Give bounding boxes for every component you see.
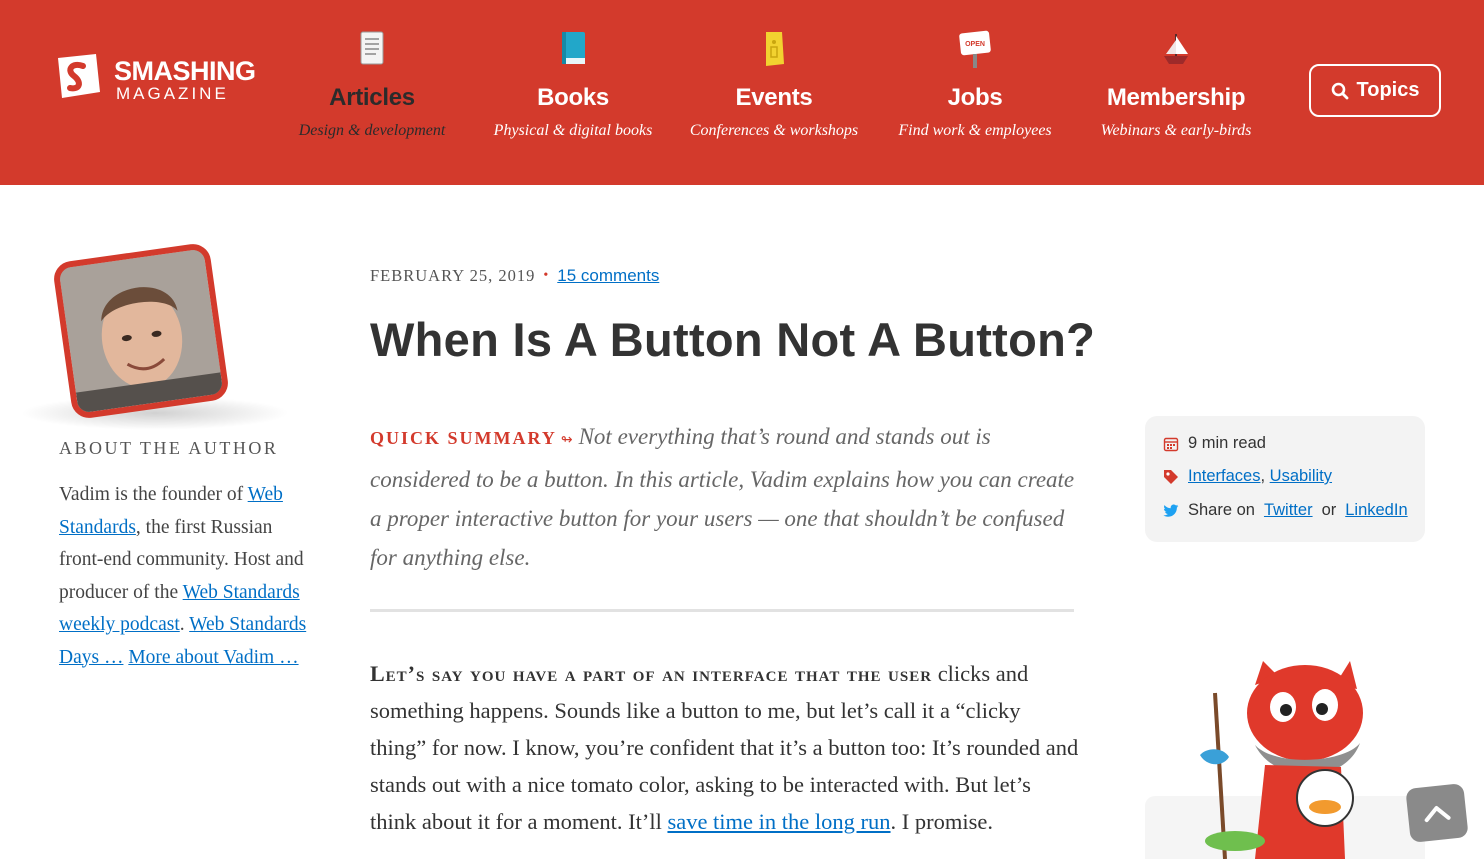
chevron-up-icon — [1424, 806, 1451, 823]
nav-jobs-title: Jobs — [947, 84, 1003, 111]
open-sign-icon: OPEN — [959, 30, 991, 68]
article-body: Let’s say you have a part of an interfac… — [370, 655, 1080, 840]
article-date: FEBRUARY 25, 2019 — [370, 266, 536, 285]
nav-books[interactable]: Books Physical & digital books — [473, 28, 673, 140]
article-title: When Is A Button Not A Button? — [370, 313, 1096, 366]
article-info-box: 9 min read Interfaces, Usability Share o… — [1145, 416, 1425, 542]
nav-articles-subtitle: Design & development — [298, 122, 446, 139]
ship-icon — [1164, 34, 1188, 64]
article-body-tail: . I promise. — [890, 809, 994, 834]
twitter-icon — [1163, 504, 1179, 517]
nav-articles-title: Articles — [329, 84, 415, 111]
site-header: SMASHING MAGAZINE Articles Design & deve… — [0, 0, 1484, 185]
share-label: Share on — [1188, 501, 1255, 519]
nav-books-title: Books — [537, 84, 609, 111]
author-avatar[interactable] — [51, 241, 231, 421]
nav-events-subtitle: Conferences & workshops — [689, 122, 859, 139]
nav-membership-title: Membership — [1106, 84, 1246, 111]
nav-books-subtitle: Physical & digital books — [493, 122, 653, 139]
nav-membership-subtitle: Webinars & early-birds — [1100, 122, 1252, 139]
author-bio-text: . — [179, 614, 190, 635]
tag-link[interactable]: Usability — [1270, 467, 1332, 486]
topics-button[interactable]: Topics — [1309, 64, 1441, 117]
read-time: 9 min read — [1188, 434, 1266, 452]
nav-events-title: Events — [735, 84, 813, 111]
tags-row: Interfaces, Usability — [1163, 467, 1332, 486]
summary-divider — [370, 609, 1074, 612]
summary-arrow-icon: ↬ — [560, 433, 573, 448]
author-face-illustration — [58, 248, 224, 414]
logo-subtitle: MAGAZINE — [116, 84, 229, 103]
nav-membership[interactable]: Membership Webinars & early-birds — [1076, 28, 1276, 140]
share-or: or — [1321, 501, 1337, 519]
share-linkedin-link[interactable]: LinkedIn — [1345, 501, 1407, 520]
author-bio-text: Vadim is the founder of — [59, 484, 248, 505]
site-logo[interactable]: SMASHING MAGAZINE — [50, 52, 270, 132]
logo-title: SMASHING — [114, 56, 256, 86]
save-time-link[interactable]: save time in the long run — [667, 809, 890, 834]
share-twitter-link[interactable]: Twitter — [1264, 501, 1313, 520]
scroll-to-top-button[interactable] — [1405, 783, 1469, 843]
tags-list: Interfaces, Usability — [1188, 467, 1332, 486]
comments-link[interactable]: 15 comments — [557, 266, 659, 286]
more-about-author-link[interactable]: More about Vadim … — [128, 647, 298, 668]
article-lead: Let’s say you have a part of an interfac… — [370, 661, 933, 686]
search-icon — [1331, 82, 1348, 99]
nav-jobs[interactable]: OPEN Jobs Find work & employees — [875, 28, 1075, 140]
tag-link[interactable]: Interfaces — [1188, 467, 1260, 486]
about-author-label: ABOUT THE AUTHOR — [59, 438, 279, 458]
meta-separator: • — [543, 268, 550, 283]
book-icon — [562, 32, 585, 64]
article-meta: FEBRUARY 25, 2019 • 15 comments — [370, 266, 659, 286]
author-bio: Vadim is the founder of Web Standards, t… — [59, 479, 309, 674]
share-row: Share on Twitter or LinkedIn — [1163, 501, 1408, 520]
nav-events[interactable]: Events Conferences & workshops — [674, 28, 874, 140]
nav-jobs-subtitle: Find work & employees — [898, 122, 1052, 139]
quick-summary: QUICK SUMMARY ↬ Not everything that’s roun… — [370, 417, 1080, 577]
tag-separator: , — [1260, 467, 1266, 485]
smashing-logo-icon — [58, 54, 100, 98]
topics-label: Topics — [1356, 79, 1420, 101]
tag-icon — [1164, 469, 1178, 484]
read-time-row: 9 min read — [1163, 434, 1266, 453]
calendar-icon — [1163, 437, 1179, 451]
ticket-icon — [766, 32, 784, 66]
cat-mascot-illustration — [1200, 661, 1363, 859]
open-sign-text: OPEN — [965, 41, 985, 48]
nav-articles[interactable]: Articles Design & development — [272, 28, 472, 140]
article-icon — [360, 31, 384, 65]
quick-summary-label: QUICK SUMMARY — [370, 428, 557, 448]
